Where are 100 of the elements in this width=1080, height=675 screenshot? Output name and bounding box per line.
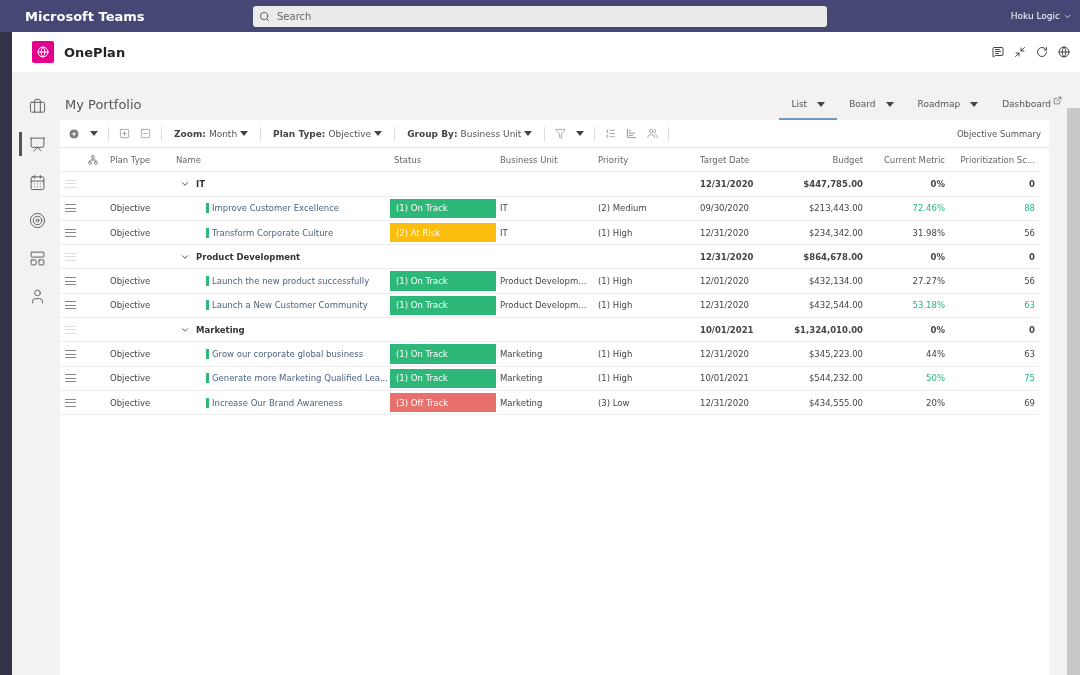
table-cell: 20%: [867, 390, 949, 416]
table-cell: Objective: [106, 220, 172, 246]
drag-handle-icon[interactable]: [64, 350, 76, 358]
table-cell: 53.18%: [867, 293, 949, 319]
table-cell: $544,232.00: [778, 366, 867, 391]
table-cell: $432,134.00: [778, 269, 867, 294]
table-cell: $1,324,010.00: [778, 318, 867, 343]
list-icon[interactable]: [605, 128, 617, 139]
caret-icon: [576, 131, 585, 136]
table-cell: Product Developm...: [496, 269, 594, 294]
table-cell: 12/31/2020: [696, 390, 778, 416]
table-cell: 0: [949, 318, 1039, 343]
objective-link[interactable]: Launch the new product successfully: [206, 276, 370, 287]
table-cell: 12/31/2020: [696, 220, 778, 246]
refresh-icon[interactable]: [1036, 46, 1048, 58]
table-cell: $345,223.00: [778, 342, 867, 367]
globe-logo-icon: [32, 41, 54, 63]
drag-handle-icon[interactable]: [64, 228, 76, 237]
group-toggle[interactable]: IT: [180, 178, 205, 189]
status-tag: (1) On Track: [390, 271, 496, 291]
table-cell: 10/01/2021: [696, 366, 778, 391]
table-cell: 09/30/2020: [696, 196, 778, 221]
globe-icon[interactable]: [1058, 46, 1070, 58]
column-header[interactable]: Priority: [594, 148, 696, 172]
drag-handle-icon[interactable]: [64, 204, 76, 213]
table-cell: IT: [496, 196, 594, 221]
collapse-all-icon[interactable]: [140, 128, 151, 139]
table-cell: (1) High: [594, 220, 696, 246]
hierarchy-icon[interactable]: [88, 154, 98, 165]
table-cell: (1) High: [594, 269, 696, 294]
collapse-icon[interactable]: [1014, 46, 1026, 58]
filter-dropdown[interactable]: Zoom: Month: [172, 128, 251, 139]
column-header[interactable]: Status: [390, 148, 496, 172]
table-cell: Objective: [106, 342, 172, 367]
people-icon[interactable]: [647, 128, 659, 139]
drag-handle-icon[interactable]: [64, 374, 76, 383]
table-cell: Objective: [106, 196, 172, 221]
table-cell: 10/01/2021: [696, 318, 778, 343]
table-cell: 44%: [867, 342, 949, 367]
chat-icon[interactable]: [992, 46, 1004, 58]
table-cell: 63: [949, 342, 1039, 367]
objective-link[interactable]: Increase Our Brand Awareness: [206, 397, 343, 408]
table-cell: 12/31/2020: [696, 172, 778, 197]
table-cell: $234,342.00: [778, 220, 867, 246]
drag-handle-icon[interactable]: [64, 301, 76, 310]
table-cell: 72.46%: [867, 196, 949, 221]
column-header[interactable]: Prioritization Sc...: [949, 148, 1039, 172]
table-cell: 88: [949, 196, 1039, 221]
add-icon[interactable]: [68, 127, 80, 140]
search-icon: [259, 10, 270, 22]
objective-link[interactable]: Transform Corporate Culture: [206, 227, 334, 238]
caret-icon: [240, 131, 249, 136]
expand-all-icon[interactable]: [119, 128, 130, 139]
objective-link[interactable]: Improve Customer Excellence: [206, 203, 340, 214]
account-menu[interactable]: Hoku Logic: [1010, 11, 1072, 21]
status-tag: (2) At Risk: [390, 222, 496, 243]
table-cell: (2) Medium: [594, 196, 696, 221]
status-tag: (1) On Track: [390, 295, 496, 316]
objective-link[interactable]: Grow our corporate global business: [206, 349, 364, 359]
caret-icon: [524, 131, 533, 136]
table-cell: 0: [949, 172, 1039, 197]
table-cell: Marketing: [496, 366, 594, 391]
drag-handle-icon[interactable]: [64, 277, 76, 286]
table-cell: 56: [949, 220, 1039, 246]
caret-icon: [374, 131, 383, 136]
table-cell: 69: [949, 390, 1039, 416]
table-cell: 0%: [867, 318, 949, 343]
table-cell: 63: [949, 293, 1039, 319]
column-header[interactable]: Current Metric: [867, 148, 949, 172]
scrollbar[interactable]: [1067, 108, 1080, 675]
view-tab[interactable]: Board: [837, 90, 906, 120]
filter-dropdown[interactable]: Plan Type: Objective: [271, 128, 385, 139]
column-header[interactable]: Plan Type: [106, 148, 172, 172]
bar-chart-icon[interactable]: [626, 128, 638, 139]
column-header[interactable]: Name: [172, 148, 390, 172]
table-cell: 75: [949, 366, 1039, 391]
popout-icon[interactable]: [1053, 96, 1062, 105]
app-title: Microsoft Teams: [25, 8, 146, 24]
table-cell: 56: [949, 269, 1039, 294]
view-tab[interactable]: Roadmap: [905, 90, 991, 120]
plugin-title: OnePlan: [64, 44, 126, 60]
table-cell: (1) High: [594, 342, 696, 367]
drag-handle-icon[interactable]: [64, 398, 76, 407]
summary-link[interactable]: Objective Summary: [956, 128, 1041, 139]
column-header[interactable]: Business Unit: [496, 148, 594, 172]
table-cell: 0%: [867, 172, 949, 197]
filter-icon[interactable]: [555, 128, 567, 139]
table-cell: Objective: [106, 390, 172, 416]
column-header[interactable]: Target Date: [696, 148, 778, 172]
table-cell: 12/01/2020: [696, 269, 778, 294]
table-cell: Marketing: [496, 342, 594, 367]
table-cell: 27.27%: [867, 269, 949, 294]
group-toggle[interactable]: Marketing: [180, 324, 245, 335]
filter-dropdown[interactable]: Group By: Business Unit: [405, 128, 535, 139]
table-cell: 0: [949, 245, 1039, 270]
view-tab[interactable]: Dashboard: [990, 90, 1063, 120]
group-toggle[interactable]: Product Development: [180, 251, 301, 262]
table-cell: $432,544.00: [778, 293, 867, 319]
objective-link[interactable]: Launch a New Customer Community: [206, 300, 368, 311]
column-header[interactable]: Budget: [778, 148, 867, 172]
